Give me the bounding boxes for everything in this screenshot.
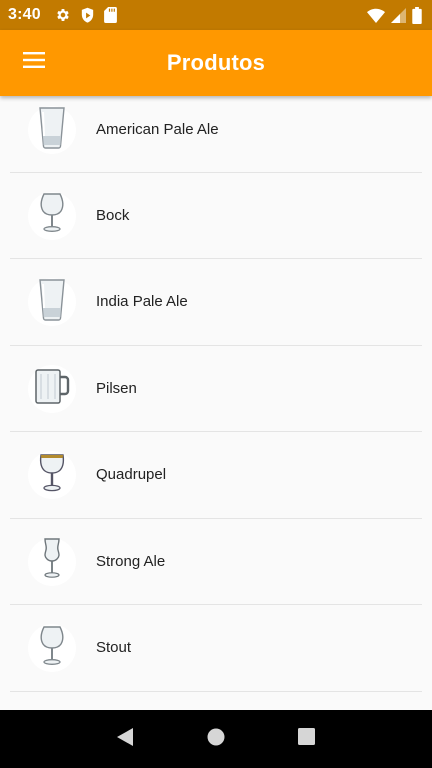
snifter-glass-icon	[37, 624, 67, 673]
product-avatar	[28, 191, 76, 240]
product-name: India Pale Ale	[96, 293, 188, 310]
system-nav-bar	[0, 710, 432, 768]
beer-mug-icon	[33, 366, 71, 411]
app-bar: Produtos	[0, 30, 432, 96]
product-avatar	[28, 278, 76, 326]
list-item[interactable]: American Pale Ale	[10, 96, 422, 173]
wifi-icon	[367, 8, 385, 23]
product-name: Strong Ale	[96, 552, 166, 570]
page-title: Produtos	[166, 50, 266, 75]
list-item[interactable]: Quadrupel	[10, 432, 422, 519]
status-bar: 3:40	[0, 0, 432, 30]
back-button[interactable]	[105, 719, 145, 759]
list-item[interactable]: India Pale Ale	[10, 259, 422, 346]
list-item[interactable]: Pilsen	[10, 346, 422, 432]
status-time: 3:40	[8, 6, 41, 23]
product-avatar	[28, 537, 76, 586]
product-name: Pilsen	[96, 379, 137, 397]
product-avatar	[28, 106, 76, 154]
pint-glass-icon	[37, 278, 67, 327]
sd-card-icon	[103, 7, 117, 23]
home-button[interactable]	[196, 719, 236, 759]
battery-icon	[412, 6, 422, 24]
product-name: Quadrupel	[96, 466, 167, 483]
home-icon	[207, 728, 225, 751]
list-item[interactable]: Bock	[10, 173, 422, 259]
screen: 3:40 Produtos American Pale Ale Bock Ind…	[0, 0, 432, 768]
list-item[interactable]: Strong Ale	[10, 519, 422, 605]
snifter-glass-icon	[37, 191, 67, 240]
tulip-glass-icon	[37, 537, 67, 586]
shield-play-icon	[80, 7, 95, 24]
product-name: American Pale Ale	[96, 121, 219, 138]
status-left-icons	[55, 7, 117, 24]
cell-signal-icon	[391, 7, 406, 23]
pint-glass-icon	[37, 106, 67, 155]
product-avatar	[28, 364, 76, 413]
list-item[interactable]: Stout	[10, 605, 422, 692]
product-avatar	[28, 624, 76, 672]
recents-button[interactable]	[287, 719, 327, 759]
product-name: Stout	[96, 639, 132, 656]
menu-button[interactable]	[12, 40, 56, 84]
gear-icon	[55, 7, 71, 23]
product-name: Bock	[96, 206, 130, 224]
product-avatar	[28, 451, 76, 499]
status-right-icons	[367, 6, 422, 24]
product-list: American Pale Ale Bock India Pale Ale Pi…	[0, 96, 432, 710]
chalice-glass-icon	[37, 451, 67, 500]
back-icon	[116, 727, 134, 752]
recents-icon	[298, 728, 316, 750]
hamburger-menu-icon	[23, 51, 45, 73]
